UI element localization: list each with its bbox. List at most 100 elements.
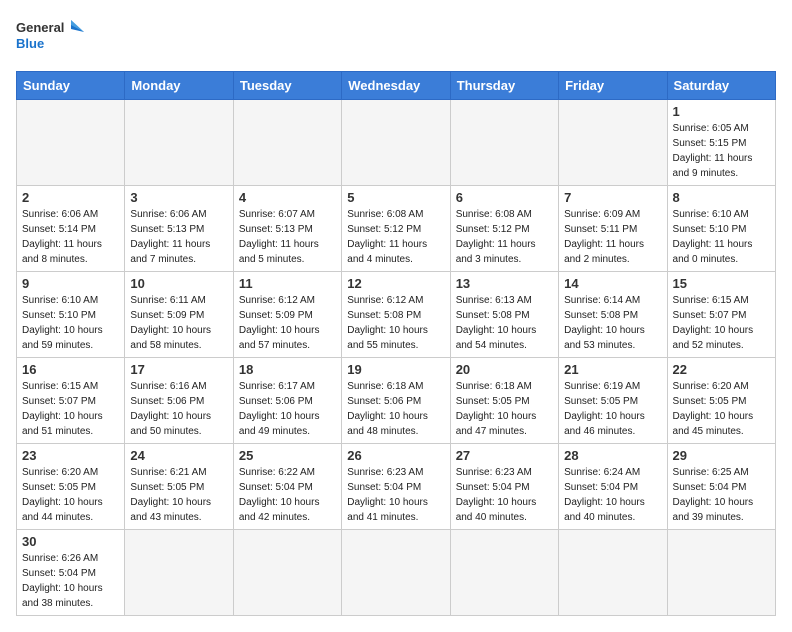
calendar-cell <box>450 530 558 616</box>
day-info: Sunrise: 6:06 AM Sunset: 5:13 PM Dayligh… <box>130 207 227 267</box>
calendar-cell: 22 Sunrise: 6:20 AM Sunset: 5:05 PM Dayli… <box>667 358 775 444</box>
day-info: Sunrise: 6:18 AM Sunset: 5:05 PM Dayligh… <box>456 379 553 439</box>
day-info: Sunrise: 6:23 AM Sunset: 5:04 PM Dayligh… <box>347 465 444 525</box>
calendar-cell: 25 Sunrise: 6:22 AM Sunset: 5:04 PM Dayli… <box>233 444 341 530</box>
day-info: Sunrise: 6:19 AM Sunset: 5:05 PM Dayligh… <box>564 379 661 439</box>
calendar-cell: 18 Sunrise: 6:17 AM Sunset: 5:06 PM Dayli… <box>233 358 341 444</box>
calendar-cell: 7Sunrise: 6:09 AM Sunset: 5:11 PM Daylig… <box>559 186 667 272</box>
calendar-week-row: 9Sunrise: 6:10 AM Sunset: 5:10 PM Daylig… <box>17 272 776 358</box>
calendar-cell: 14Sunrise: 6:14 AM Sunset: 5:08 PM Dayli… <box>559 272 667 358</box>
day-number: 13 <box>456 276 553 291</box>
day-number: 18 <box>239 362 336 377</box>
day-info: Sunrise: 6:26 AM Sunset: 5:04 PM Dayligh… <box>22 551 119 611</box>
day-info: Sunrise: 6:12 AM Sunset: 5:09 PM Dayligh… <box>239 293 336 353</box>
calendar-cell <box>125 530 233 616</box>
day-info: Sunrise: 6:07 AM Sunset: 5:13 PM Dayligh… <box>239 207 336 267</box>
day-number: 8 <box>673 190 770 205</box>
day-info: Sunrise: 6:08 AM Sunset: 5:12 PM Dayligh… <box>347 207 444 267</box>
day-info: Sunrise: 6:15 AM Sunset: 5:07 PM Dayligh… <box>673 293 770 353</box>
day-info: Sunrise: 6:06 AM Sunset: 5:14 PM Dayligh… <box>22 207 119 267</box>
day-number: 3 <box>130 190 227 205</box>
day-info: Sunrise: 6:10 AM Sunset: 5:10 PM Dayligh… <box>673 207 770 267</box>
day-number: 30 <box>22 534 119 549</box>
calendar-cell: 9Sunrise: 6:10 AM Sunset: 5:10 PM Daylig… <box>17 272 125 358</box>
svg-text:General: General <box>16 20 64 35</box>
day-number: 4 <box>239 190 336 205</box>
day-number: 25 <box>239 448 336 463</box>
calendar-cell <box>233 530 341 616</box>
calendar-cell: 17 Sunrise: 6:16 AM Sunset: 5:06 PM Dayli… <box>125 358 233 444</box>
day-header-friday: Friday <box>559 72 667 100</box>
day-number: 1 <box>673 104 770 119</box>
day-number: 6 <box>456 190 553 205</box>
logo: General Blue <box>16 16 86 61</box>
day-number: 5 <box>347 190 444 205</box>
calendar-cell <box>667 530 775 616</box>
day-info: Sunrise: 6:20 AM Sunset: 5:05 PM Dayligh… <box>22 465 119 525</box>
calendar-cell: 13 Sunrise: 6:13 AM Sunset: 5:08 PM Dayli… <box>450 272 558 358</box>
day-info: Sunrise: 6:05 AM Sunset: 5:15 PM Dayligh… <box>673 121 770 181</box>
day-number: 10 <box>130 276 227 291</box>
day-info: Sunrise: 6:08 AM Sunset: 5:12 PM Dayligh… <box>456 207 553 267</box>
day-info: Sunrise: 6:17 AM Sunset: 5:06 PM Dayligh… <box>239 379 336 439</box>
calendar-week-row: 1 Sunrise: 6:05 AM Sunset: 5:15 PM Daylig… <box>17 100 776 186</box>
day-number: 11 <box>239 276 336 291</box>
calendar-table: SundayMondayTuesdayWednesdayThursdayFrid… <box>16 71 776 616</box>
calendar-cell: 11 Sunrise: 6:12 AM Sunset: 5:09 PM Dayli… <box>233 272 341 358</box>
day-number: 20 <box>456 362 553 377</box>
day-number: 22 <box>673 362 770 377</box>
day-info: Sunrise: 6:20 AM Sunset: 5:05 PM Dayligh… <box>673 379 770 439</box>
day-number: 26 <box>347 448 444 463</box>
calendar-cell <box>342 530 450 616</box>
day-info: Sunrise: 6:14 AM Sunset: 5:08 PM Dayligh… <box>564 293 661 353</box>
day-number: 17 <box>130 362 227 377</box>
day-number: 27 <box>456 448 553 463</box>
calendar-cell: 15 Sunrise: 6:15 AM Sunset: 5:07 PM Dayli… <box>667 272 775 358</box>
logo-svg: General Blue <box>16 16 86 61</box>
day-number: 21 <box>564 362 661 377</box>
page-header: General Blue <box>16 16 776 61</box>
day-info: Sunrise: 6:25 AM Sunset: 5:04 PM Dayligh… <box>673 465 770 525</box>
calendar-cell: 28Sunrise: 6:24 AM Sunset: 5:04 PM Dayli… <box>559 444 667 530</box>
calendar-cell: 21 Sunrise: 6:19 AM Sunset: 5:05 PM Dayli… <box>559 358 667 444</box>
calendar-cell <box>233 100 341 186</box>
calendar-cell: 1 Sunrise: 6:05 AM Sunset: 5:15 PM Daylig… <box>667 100 775 186</box>
day-info: Sunrise: 6:11 AM Sunset: 5:09 PM Dayligh… <box>130 293 227 353</box>
calendar-cell: 27 Sunrise: 6:23 AM Sunset: 5:04 PM Dayli… <box>450 444 558 530</box>
day-number: 12 <box>347 276 444 291</box>
calendar-cell: 6 Sunrise: 6:08 AM Sunset: 5:12 PM Daylig… <box>450 186 558 272</box>
calendar-cell: 10 Sunrise: 6:11 AM Sunset: 5:09 PM Dayli… <box>125 272 233 358</box>
calendar-cell: 24 Sunrise: 6:21 AM Sunset: 5:05 PM Dayli… <box>125 444 233 530</box>
day-number: 2 <box>22 190 119 205</box>
calendar-week-row: 2 Sunrise: 6:06 AM Sunset: 5:14 PM Daylig… <box>17 186 776 272</box>
day-info: Sunrise: 6:09 AM Sunset: 5:11 PM Dayligh… <box>564 207 661 267</box>
calendar-cell <box>559 530 667 616</box>
day-header-sunday: Sunday <box>17 72 125 100</box>
day-header-wednesday: Wednesday <box>342 72 450 100</box>
day-info: Sunrise: 6:13 AM Sunset: 5:08 PM Dayligh… <box>456 293 553 353</box>
calendar-cell: 20 Sunrise: 6:18 AM Sunset: 5:05 PM Dayli… <box>450 358 558 444</box>
day-number: 15 <box>673 276 770 291</box>
calendar-cell <box>125 100 233 186</box>
day-info: Sunrise: 6:21 AM Sunset: 5:05 PM Dayligh… <box>130 465 227 525</box>
calendar-cell: 23Sunrise: 6:20 AM Sunset: 5:05 PM Dayli… <box>17 444 125 530</box>
calendar-cell <box>17 100 125 186</box>
day-info: Sunrise: 6:23 AM Sunset: 5:04 PM Dayligh… <box>456 465 553 525</box>
day-number: 28 <box>564 448 661 463</box>
calendar-cell: 4 Sunrise: 6:07 AM Sunset: 5:13 PM Daylig… <box>233 186 341 272</box>
day-info: Sunrise: 6:16 AM Sunset: 5:06 PM Dayligh… <box>130 379 227 439</box>
day-number: 29 <box>673 448 770 463</box>
calendar-week-row: 16 Sunrise: 6:15 AM Sunset: 5:07 PM Dayli… <box>17 358 776 444</box>
calendar-cell: 12Sunrise: 6:12 AM Sunset: 5:08 PM Dayli… <box>342 272 450 358</box>
day-info: Sunrise: 6:15 AM Sunset: 5:07 PM Dayligh… <box>22 379 119 439</box>
calendar-week-row: 30 Sunrise: 6:26 AM Sunset: 5:04 PM Dayli… <box>17 530 776 616</box>
calendar-cell <box>342 100 450 186</box>
calendar-cell <box>450 100 558 186</box>
calendar-cell: 2 Sunrise: 6:06 AM Sunset: 5:14 PM Daylig… <box>17 186 125 272</box>
day-header-tuesday: Tuesday <box>233 72 341 100</box>
day-number: 24 <box>130 448 227 463</box>
day-header-monday: Monday <box>125 72 233 100</box>
calendar-cell: 19Sunrise: 6:18 AM Sunset: 5:06 PM Dayli… <box>342 358 450 444</box>
day-info: Sunrise: 6:22 AM Sunset: 5:04 PM Dayligh… <box>239 465 336 525</box>
day-number: 16 <box>22 362 119 377</box>
